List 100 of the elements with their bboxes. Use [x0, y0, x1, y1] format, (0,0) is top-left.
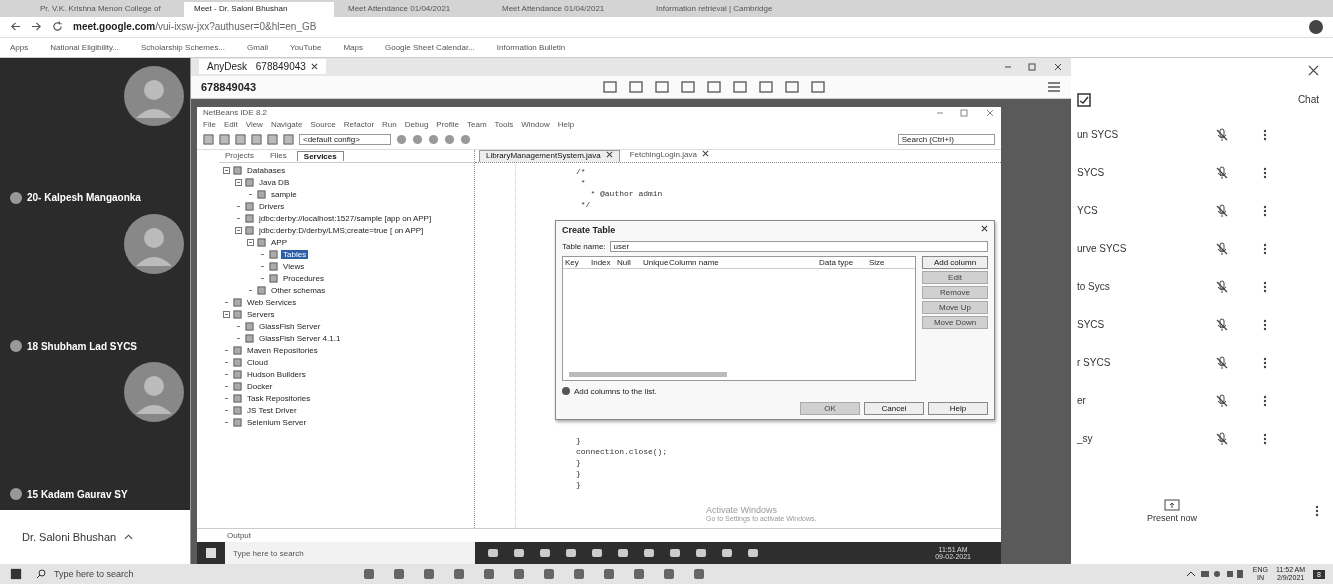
browser-tab[interactable]: Meet Attendance 01/04/2021 — [492, 1, 642, 17]
reload-icon[interactable] — [52, 21, 63, 33]
more-options-icon[interactable] — [1263, 318, 1267, 331]
more-options-icon[interactable] — [1263, 166, 1267, 179]
search-field[interactable]: Type here to search — [54, 569, 304, 580]
menu-item[interactable]: Run — [382, 120, 397, 130]
microphone-icon[interactable] — [1215, 203, 1229, 218]
output-tab[interactable]: Output — [227, 531, 251, 541]
toolbar-icon[interactable] — [733, 79, 747, 94]
microphone-icon[interactable] — [1215, 127, 1229, 142]
tree-item[interactable]: Drivers — [257, 202, 287, 212]
taskbar-app-icon[interactable] — [513, 547, 525, 560]
dialog-button[interactable]: Add column — [922, 255, 988, 269]
tree-item[interactable]: sample — [269, 190, 299, 200]
dialog-button[interactable]: Help — [928, 401, 988, 415]
tree-item[interactable]: jdbc:derby:D/derby/LMS;create=true [ on APP] — [257, 226, 426, 236]
tree-item[interactable]: Procedures — [281, 274, 326, 284]
panel-tab[interactable]: Services — [296, 150, 344, 161]
microphone-icon[interactable] — [1215, 393, 1229, 408]
tree-item[interactable]: GlassFish Server — [257, 322, 323, 332]
taskbar-app-icon[interactable] — [591, 547, 603, 560]
toolbar-icon[interactable] — [655, 79, 669, 94]
menu-item[interactable]: Navigate — [270, 120, 303, 130]
tree-item[interactable]: Docker — [245, 382, 275, 392]
taskbar-app-icon[interactable] — [572, 567, 586, 582]
search-field[interactable]: Type here to search — [225, 542, 475, 565]
taskbar-app-icon[interactable] — [632, 567, 646, 582]
toolbar-icon[interactable] — [707, 79, 721, 94]
bookmark-link[interactable]: Information Bulletin — [496, 42, 566, 52]
collapse-icon[interactable] — [235, 227, 242, 235]
toolbar-icon[interactable] — [681, 79, 695, 94]
chat-tab[interactable]: Chat — [1297, 94, 1319, 106]
taskbar-app-icon[interactable] — [512, 567, 526, 582]
present-icon[interactable] — [1164, 498, 1180, 511]
menu-item[interactable]: Team — [467, 120, 487, 130]
tree-item[interactable]: Hudson Builders — [245, 370, 308, 380]
menu-item[interactable]: Tools — [494, 120, 514, 130]
window-controls-icon[interactable] — [1003, 62, 1063, 71]
taskbar-app-icon[interactable] — [487, 547, 499, 560]
toolbar-icon[interactable] — [411, 134, 423, 146]
more-options-icon[interactable] — [1263, 242, 1267, 255]
panel-tab[interactable]: Files — [263, 151, 293, 161]
tree-item[interactable]: Web Services — [245, 298, 299, 308]
toolbar-icon[interactable] — [459, 134, 471, 146]
taskbar-app-icon[interactable] — [452, 567, 466, 582]
close-icon[interactable] — [981, 224, 988, 232]
microphone-icon[interactable] — [1215, 279, 1229, 294]
tree-item[interactable]: Task Repositories — [245, 394, 313, 404]
taskbar-app-icon[interactable] — [669, 547, 681, 560]
taskbar-app-icon[interactable] — [643, 547, 655, 560]
microphone-icon[interactable] — [1215, 355, 1229, 370]
tree-item[interactable]: Selenium Server — [245, 418, 309, 428]
tree-item[interactable]: Other schemas — [269, 286, 328, 296]
close-icon[interactable] — [605, 150, 613, 158]
toolbar-icon[interactable] — [443, 134, 455, 146]
toolbar-icon[interactable] — [759, 79, 773, 94]
browser-tab[interactable]: Pr. V.K. Krishna Menon College of — [30, 1, 180, 17]
taskbar-app-icon[interactable] — [747, 547, 759, 560]
more-options-icon[interactable] — [1263, 128, 1267, 141]
taskbar-app-icon[interactable] — [392, 567, 406, 582]
menu-item[interactable]: File — [203, 120, 216, 130]
taskbar-app-icon[interactable] — [362, 567, 376, 582]
tree-item[interactable]: Views — [281, 262, 307, 272]
more-options-icon[interactable] — [1263, 280, 1267, 293]
menu-item[interactable]: Help — [557, 120, 575, 130]
tree-item[interactable]: Maven Repositories — [245, 346, 320, 356]
taskbar-app-icon[interactable] — [539, 547, 551, 560]
presenter-name[interactable]: Dr. Saloni Bhushan — [22, 531, 117, 544]
taskbar-app-icon[interactable] — [617, 547, 629, 560]
browser-tab[interactable]: Information retrieval | Cambridge — [646, 1, 796, 17]
bookmark-link[interactable]: Gmail — [247, 42, 268, 52]
system-tray-icon[interactable] — [1184, 568, 1245, 581]
taskbar-app-icon[interactable] — [695, 547, 707, 560]
menu-item[interactable]: Debug — [404, 120, 429, 130]
toolbar-icon[interactable] — [251, 134, 262, 146]
bookmark-link[interactable]: Scholarship Schemes... — [141, 42, 226, 52]
menu-item[interactable]: View — [245, 120, 263, 130]
bookmark-link[interactable]: YouTube — [289, 42, 322, 52]
profile-avatar-icon[interactable] — [1309, 19, 1323, 34]
browser-tab[interactable]: Meet Attendance 01/04/2021 — [338, 1, 488, 17]
toolbar-icon[interactable] — [811, 79, 825, 94]
microphone-icon[interactable] — [1215, 431, 1229, 446]
tree-item[interactable]: Servers — [245, 310, 277, 320]
close-icon[interactable] — [1308, 65, 1319, 77]
table-name-field[interactable]: user — [609, 240, 988, 252]
search-icon[interactable] — [36, 569, 46, 580]
collapse-icon[interactable] — [235, 179, 242, 187]
tree-item[interactable]: GlassFish Server 4.1.1 — [257, 334, 343, 344]
toolbar-icon[interactable] — [629, 79, 643, 94]
toolbar-icon[interactable] — [785, 79, 799, 94]
more-options-icon[interactable] — [1263, 204, 1267, 217]
more-options-icon[interactable] — [1263, 432, 1267, 445]
toolbar-icon[interactable] — [267, 134, 278, 146]
microphone-icon[interactable] — [1215, 241, 1229, 256]
close-icon[interactable] — [310, 63, 318, 71]
back-icon[interactable] — [10, 21, 21, 33]
address-field[interactable]: meet.google.com/vui-ixsw-jxx?authuser=0&hl=en_GB — [73, 21, 1299, 33]
menu-item[interactable]: Window — [521, 120, 550, 130]
window-controls-icon[interactable] — [935, 108, 995, 117]
taskbar-app-icon[interactable] — [482, 567, 496, 582]
